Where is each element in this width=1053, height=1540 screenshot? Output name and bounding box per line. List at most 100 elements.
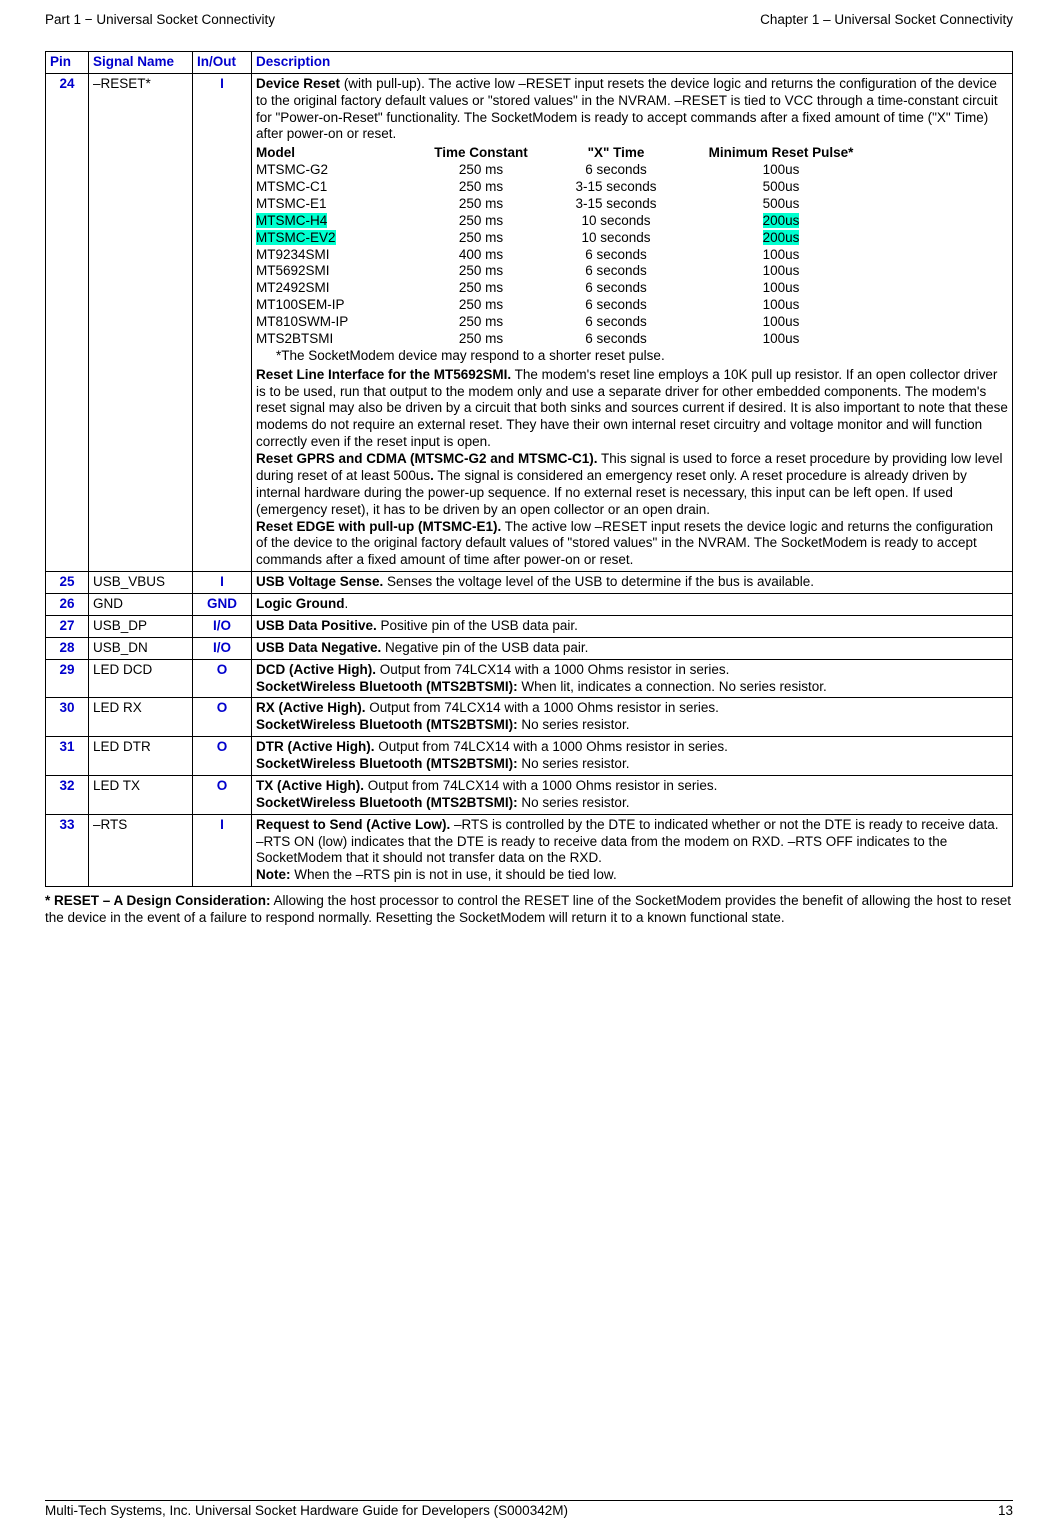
table-row: 32LED TXOTX (Active High). Output from 7… — [46, 775, 1013, 814]
description-cell: TX (Active High). Output from 74LCX14 wi… — [252, 775, 1013, 814]
model-cell: 250 ms — [411, 230, 551, 247]
model-cell: 250 ms — [411, 263, 551, 280]
col-pin: Pin — [46, 51, 89, 73]
model-cell: 100us — [681, 162, 881, 179]
pin-number: 33 — [46, 814, 89, 887]
model-row: MTSMC-H4250 ms10 seconds200us — [256, 213, 881, 230]
model-row: MTSMC-G2250 ms6 seconds100us — [256, 162, 881, 179]
model-row: MT9234SMI400 ms6 seconds100us — [256, 247, 881, 264]
signal-name: LED DCD — [89, 659, 193, 698]
design-note-bold: * RESET – A Design Consideration: — [45, 893, 271, 908]
model-cell: 100us — [681, 280, 881, 297]
model-cell: 6 seconds — [551, 331, 681, 348]
description-cell: RX (Active High). Output from 74LCX14 wi… — [252, 698, 1013, 737]
design-consideration-note: * RESET – A Design Consideration: Allowi… — [45, 893, 1013, 927]
model-cell: MT9234SMI — [256, 247, 411, 264]
desc-bold: SocketWireless Bluetooth (MTS2BTSMI): — [256, 717, 518, 732]
desc-text: Positive pin of the USB data pair. — [377, 618, 578, 633]
model-cell: MTSMC-C1 — [256, 179, 411, 196]
footer-left: Multi-Tech Systems, Inc. Universal Socke… — [45, 1503, 568, 1520]
table-row: 27USB_DPI/OUSB Data Positive. Positive p… — [46, 615, 1013, 637]
model-cell: 250 ms — [411, 213, 551, 230]
desc-bold: SocketWireless Bluetooth (MTS2BTSMI): — [256, 679, 518, 694]
col-desc: Description — [252, 51, 1013, 73]
model-cell: 100us — [681, 247, 881, 264]
col-inout: In/Out — [193, 51, 252, 73]
model-row: MTSMC-C1250 ms3-15 seconds500us — [256, 179, 881, 196]
model-cell: MTSMC-H4 — [256, 213, 411, 230]
desc-bold: USB Voltage Sense. — [256, 574, 383, 589]
model-header: "X" Time — [551, 145, 681, 162]
desc-text: Senses the voltage level of the USB to d… — [383, 574, 814, 589]
model-header: Model — [256, 145, 411, 162]
model-cell: 100us — [681, 263, 881, 280]
description-cell: Request to Send (Active Low). –RTS is co… — [252, 814, 1013, 887]
in-out: I — [193, 572, 252, 594]
table-row: 33–RTSIRequest to Send (Active Low). –RT… — [46, 814, 1013, 887]
model-cell: 250 ms — [411, 162, 551, 179]
model-row: MTSMC-E1250 ms3-15 seconds500us — [256, 196, 881, 213]
model-cell: 10 seconds — [551, 213, 681, 230]
pin-number: 30 — [46, 698, 89, 737]
model-cell: MTSMC-E1 — [256, 196, 411, 213]
model-cell: 400 ms — [411, 247, 551, 264]
desc-bold: Note: — [256, 867, 291, 882]
model-row: MT810SWM-IP250 ms6 seconds100us — [256, 314, 881, 331]
in-out: O — [193, 737, 252, 776]
desc-bold: Logic Ground — [256, 596, 345, 611]
signal-name: USB_DN — [89, 637, 193, 659]
in-out: I — [193, 814, 252, 887]
pin-number: 27 — [46, 615, 89, 637]
description-cell: USB Data Negative. Negative pin of the U… — [252, 637, 1013, 659]
page-header: Part 1 − Universal Socket Connectivity C… — [45, 10, 1013, 33]
footer-page-number: 13 — [998, 1503, 1013, 1520]
table-row: 25USB_VBUSIUSB Voltage Sense. Senses the… — [46, 572, 1013, 594]
description-cell: Device Reset (with pull-up). The active … — [252, 73, 1013, 571]
desc-text: When the –RTS pin is not in use, it shou… — [291, 867, 617, 882]
in-out: I/O — [193, 637, 252, 659]
in-out: O — [193, 659, 252, 698]
model-cell: 250 ms — [411, 331, 551, 348]
model-cell: MTSMC-G2 — [256, 162, 411, 179]
header-left: Part 1 − Universal Socket Connectivity — [45, 12, 275, 29]
desc-text: No series resistor. — [518, 756, 630, 771]
model-row: MT2492SMI250 ms6 seconds100us — [256, 280, 881, 297]
table-row: 26GNDGNDLogic Ground. — [46, 594, 1013, 616]
in-out: O — [193, 698, 252, 737]
desc-bold: DTR (Active High). — [256, 739, 375, 754]
signal-name: –RTS — [89, 814, 193, 887]
in-out: GND — [193, 594, 252, 616]
signal-name: LED DTR — [89, 737, 193, 776]
model-cell: 100us — [681, 331, 881, 348]
pin-number: 24 — [46, 73, 89, 571]
model-cell: 250 ms — [411, 280, 551, 297]
model-cell: 6 seconds — [551, 247, 681, 264]
desc-text: Negative pin of the USB data pair. — [381, 640, 588, 655]
model-header: Time Constant — [411, 145, 551, 162]
in-out: I — [193, 73, 252, 571]
model-header: Minimum Reset Pulse* — [681, 145, 881, 162]
table-row: 24 –RESET* I Device Reset (with pull-up)… — [46, 73, 1013, 571]
model-cell: MT100SEM-IP — [256, 297, 411, 314]
model-cell: 250 ms — [411, 179, 551, 196]
model-cell: 6 seconds — [551, 263, 681, 280]
table-row: 29LED DCDODCD (Active High). Output from… — [46, 659, 1013, 698]
description-cell: USB Voltage Sense. Senses the voltage le… — [252, 572, 1013, 594]
desc-bold: SocketWireless Bluetooth (MTS2BTSMI): — [256, 756, 518, 771]
pin-number: 28 — [46, 637, 89, 659]
signal-name: GND — [89, 594, 193, 616]
signal-name: LED TX — [89, 775, 193, 814]
table-row: 28USB_DNI/OUSB Data Negative. Negative p… — [46, 637, 1013, 659]
desc-bold: TX (Active High). — [256, 778, 364, 793]
pin-number: 29 — [46, 659, 89, 698]
model-cell: 10 seconds — [551, 230, 681, 247]
reset-gprs-heading: Reset GPRS and CDMA (MTSMC-G2 and MTSMC-… — [256, 451, 598, 466]
model-cell: 6 seconds — [551, 314, 681, 331]
in-out: I/O — [193, 615, 252, 637]
desc-bold: USB Data Negative. — [256, 640, 381, 655]
model-cell: 6 seconds — [551, 162, 681, 179]
desc-lead-bold: Device Reset — [256, 76, 340, 91]
model-cell: 3-15 seconds — [551, 179, 681, 196]
model-footnote: *The SocketModem device may respond to a… — [256, 348, 881, 365]
desc-bold: SocketWireless Bluetooth (MTS2BTSMI): — [256, 795, 518, 810]
